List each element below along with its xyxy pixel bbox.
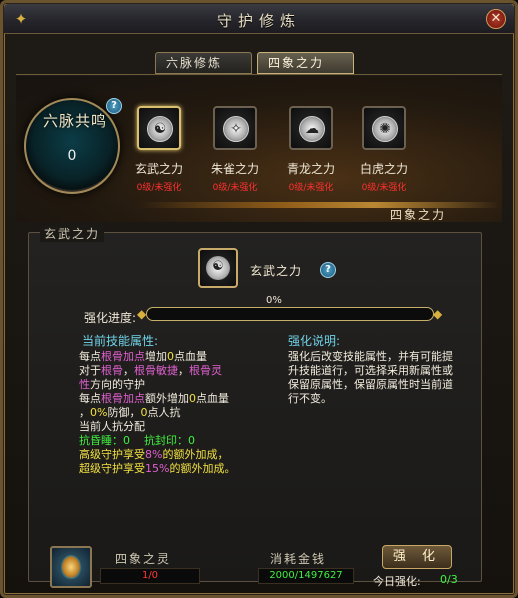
black-tortoise-icon: ☯ <box>198 248 238 288</box>
skill-vermilion-bird[interactable]: ✧ 朱雀之力 0级/未强化 <box>204 106 266 193</box>
attr-line: 每点根骨加点额外增加0点血量 <box>79 392 229 405</box>
skill-name: 青龙之力 <box>286 162 335 176</box>
four-symbols-spirit-icon <box>50 546 92 588</box>
strengthen-progress-bar <box>146 307 434 321</box>
resonance-value: 0 <box>67 148 77 164</box>
resonance-label: 六脉共鸣 <box>42 112 107 130</box>
attribute-list: 每点根骨加点增加0点血量 对于根骨，根骨敏捷，根骨灵 性方向的守护 每点根骨加点… <box>79 350 279 476</box>
attr-line: 超级守护享受15%的额外加成。 <box>79 462 236 475</box>
vermilion-bird-icon: ✧ <box>213 106 257 150</box>
skill-name: 玄武之力 <box>134 162 183 176</box>
cost-value: 2000/1497627 <box>258 568 354 584</box>
skill-white-tiger[interactable]: ✺ 白虎之力 0级/未强化 <box>353 106 415 193</box>
panel-corner-label: 四象之力 <box>390 208 447 222</box>
attr-line: 抗昏睡：0 抗封印：0 <box>79 434 195 447</box>
today-strengthen-label: 今日强化: <box>373 575 421 588</box>
today-strengthen-value: 0/3 <box>440 573 458 586</box>
progress-percent: 0% <box>266 295 282 306</box>
detail-section-title: 玄武之力 <box>40 225 105 242</box>
attr-line: 性方向的守护 <box>79 378 145 391</box>
attr-line: 当前人抗分配 <box>79 420 145 433</box>
skill-azure-dragon[interactable]: ☁ 青龙之力 0级/未强化 <box>280 106 342 193</box>
tab-six-meridians[interactable]: 六脉修炼 <box>155 52 252 74</box>
attr-line: 对于根骨，根骨敏捷，根骨灵 <box>79 364 222 377</box>
strengthen-description: 强化后改变技能属性，并有可能提升技能道行，可选择采用新属性或保留原属性，保留原属… <box>288 350 453 405</box>
spirit-label: 四象之灵 <box>115 552 172 566</box>
white-tiger-icon: ✺ <box>362 106 406 150</box>
progress-right-cap-icon: ◆ <box>433 307 443 321</box>
attr-title: 当前技能属性: <box>82 334 159 348</box>
title-bar[interactable]: ✦ 守护修炼 ✕ <box>4 4 514 34</box>
progress-label: 强化进度: <box>84 311 137 325</box>
skill-status: 0级/未强化 <box>136 183 182 193</box>
skill-name: 白虎之力 <box>359 162 408 176</box>
skill-status: 0级/未强化 <box>288 183 334 193</box>
skill-status: 0级/未强化 <box>212 183 258 193</box>
azure-dragon-icon: ☁ <box>289 106 333 150</box>
close-icon: ✕ <box>490 11 502 26</box>
tab-divider <box>16 74 502 75</box>
tab-four-symbols[interactable]: 四象之力 <box>257 52 354 74</box>
desc-title: 强化说明: <box>288 334 341 348</box>
skill-status: 0级/未强化 <box>361 183 407 193</box>
detail-help-icon[interactable]: ? <box>320 262 336 278</box>
spirit-value: 1/0 <box>100 568 200 584</box>
attr-line: 每点根骨加点增加0点血量 <box>79 350 207 363</box>
black-tortoise-icon: ☯ <box>137 106 181 150</box>
window-title: 守护修炼 <box>216 12 301 30</box>
close-button[interactable]: ✕ <box>486 9 506 29</box>
resonance-help-icon[interactable]: ? <box>106 98 122 114</box>
attr-line: ，0%防御，0点人抗 <box>79 406 181 419</box>
skill-name: 朱雀之力 <box>210 162 259 176</box>
skill-black-tortoise[interactable]: ☯ 玄武之力 0级/未强化 <box>128 106 190 193</box>
detail-skill-name: 玄武之力 <box>250 264 303 278</box>
cost-label: 消耗金钱 <box>270 552 327 566</box>
attr-line: 高级守护享受8%的额外加成， <box>79 448 229 461</box>
strengthen-button[interactable]: 强 化 <box>382 545 452 569</box>
